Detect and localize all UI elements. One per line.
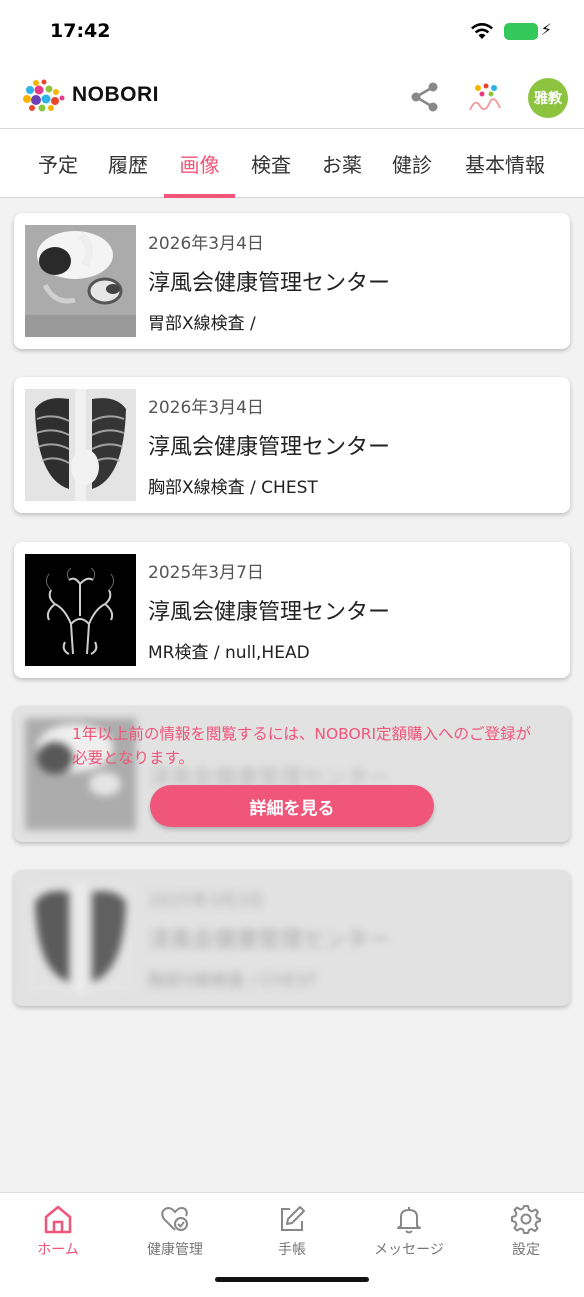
stomach-xray-thumbnail	[25, 225, 136, 337]
nav-label: 設定	[512, 1242, 540, 1258]
notebook-edit-icon	[281, 1206, 305, 1231]
exam-date: 2026年3月4日	[148, 398, 264, 418]
logo-dots-icon	[23, 79, 65, 112]
facility-name: 淳風会健康管理センター	[148, 435, 391, 460]
exam-date: 2026年3月4日	[148, 234, 264, 254]
tab-history[interactable]: 履歴	[94, 129, 162, 198]
gear-icon	[511, 1205, 541, 1234]
heart-check-icon	[161, 1207, 188, 1231]
category-tabs: 予定 履歴 画像 検査 お薬 健診 基本情報	[0, 128, 584, 198]
chest-xray-thumbnail	[25, 389, 136, 501]
nav-label: ホーム	[37, 1242, 79, 1258]
facility-name: 淳風会健康管理センター	[148, 271, 391, 296]
status-bar: 17:42 ⚡	[0, 0, 584, 64]
nav-settings[interactable]: 設定	[476, 1203, 576, 1261]
exam-date: 2025年3月3日	[148, 891, 264, 911]
status-time: 17:42	[50, 20, 111, 42]
home-indicator	[215, 1277, 369, 1282]
logo-text: NOBORI	[72, 83, 159, 106]
exam-date: 2025年3月7日	[148, 563, 264, 583]
home-icon	[44, 1205, 72, 1234]
status-icons: ⚡	[470, 20, 552, 40]
bell-icon	[397, 1207, 421, 1234]
avatar[interactable]: 雅教	[528, 78, 568, 118]
nobori-logo: NOBORI	[22, 78, 159, 112]
tab-tests[interactable]: 検査	[237, 129, 305, 198]
chest-xray-thumbnail	[25, 882, 136, 994]
nav-messages[interactable]: メッセージ	[359, 1203, 459, 1261]
exam-type: 胸部X線検査 / CHEST	[148, 971, 318, 991]
app-header: NOBORI 雅教	[0, 64, 584, 128]
image-record-card[interactable]: 2026年3月4日 淳風会健康管理センター 胃部X線検査 /	[14, 213, 570, 349]
facility-name: 淳風会健康管理センター	[148, 600, 391, 625]
exam-type: MR検査 / null,HEAD	[148, 643, 310, 663]
battery-icon: ⚡	[504, 20, 552, 40]
nav-home[interactable]: ホーム	[8, 1203, 108, 1261]
facility-name: 淳風会健康管理センター	[148, 928, 391, 953]
tab-images[interactable]: 画像	[164, 129, 235, 198]
tab-medicine[interactable]: お薬	[307, 129, 377, 198]
exam-type: 胃部X線検査 /	[148, 314, 256, 334]
head-mra-thumbnail	[25, 554, 136, 666]
view-details-button[interactable]: 詳細を見る	[150, 785, 434, 827]
subscription-notice: 1年以上前の情報を閲覧するには、NOBORI定額購入へのご登録が必要となります。	[72, 725, 532, 767]
wifi-icon	[471, 23, 493, 39]
exam-type: 胸部X線検査 / CHEST	[148, 478, 318, 498]
nav-notebook[interactable]: 手帳	[242, 1203, 342, 1261]
image-record-card[interactable]: 2026年3月4日 淳風会健康管理センター 胸部X線検査 / CHEST	[14, 377, 570, 513]
nav-health-management[interactable]: 健康管理	[125, 1203, 225, 1261]
locked-record-card: 2025年3月3日 淳風会健康管理センター 胸部X線検査 / CHEST	[14, 870, 570, 1006]
partner-app-icon[interactable]	[466, 80, 504, 114]
nav-label: メッセージ	[374, 1242, 444, 1258]
charging-bolt-icon: ⚡	[540, 19, 552, 39]
tab-checkup[interactable]: 健診	[378, 129, 446, 198]
nav-label: 健康管理	[147, 1242, 203, 1258]
tab-schedule[interactable]: 予定	[24, 129, 92, 198]
share-icon[interactable]	[408, 80, 442, 114]
tab-basic-info[interactable]: 基本情報	[450, 129, 560, 198]
active-tab-indicator	[164, 194, 235, 198]
nav-label: 手帳	[278, 1242, 306, 1258]
image-record-card[interactable]: 2025年3月7日 淳風会健康管理センター MR検査 / null,HEAD	[14, 542, 570, 678]
